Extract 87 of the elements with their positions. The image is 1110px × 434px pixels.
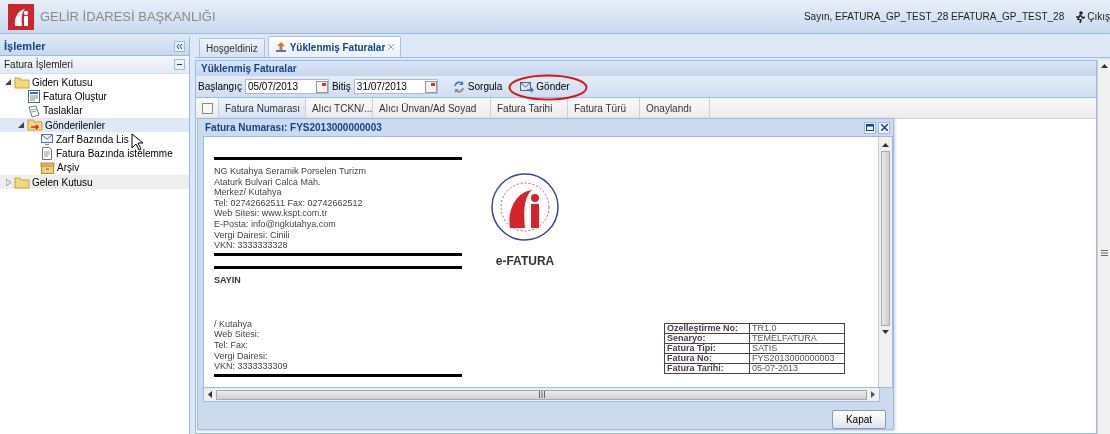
section-title: Fatura İşlemleri xyxy=(4,59,73,70)
down-arrow-icon xyxy=(882,330,889,334)
vertical-scrollbar[interactable] xyxy=(1097,60,1110,434)
right-arrow-icon xyxy=(871,391,875,398)
folder-arrow-icon xyxy=(27,118,43,133)
table-cell: 05-07-2013 xyxy=(749,363,845,374)
table-cell: Fatura Tarihi: xyxy=(664,363,750,374)
pages-icon xyxy=(27,103,41,118)
logo-icon xyxy=(8,3,34,30)
table-cell: SATIS xyxy=(749,343,845,354)
date-field[interactable]: 05/07/2013 xyxy=(244,79,329,94)
collapse-button[interactable] xyxy=(174,40,185,52)
tree-item[interactable]: Fatura Bazında istelemme xyxy=(0,146,189,161)
form-icon xyxy=(27,88,41,104)
recipient-info: VKN: 3333333309 xyxy=(214,361,289,372)
sender-info: Web Sitesi: www.kspt.com.tr xyxy=(214,208,329,219)
table-cell: FYS2013000000003 xyxy=(749,353,845,364)
seal-logo-icon xyxy=(490,172,560,242)
tab[interactable]: Hoşgeldiniz xyxy=(199,38,265,57)
sender-info: Merkez/ Kutahya xyxy=(214,187,283,198)
up-arrow-icon xyxy=(882,143,889,147)
table-cell: Fatura No: xyxy=(664,353,750,364)
collapsed-arrow-icon xyxy=(5,178,11,186)
table-cell: Senaryo: xyxy=(664,333,750,344)
sender-info: VKN: 3333333328 xyxy=(214,240,289,251)
table-cell: TEMELFATURA xyxy=(749,333,845,344)
document-icon xyxy=(40,146,54,162)
vertical-scrollbar[interactable] xyxy=(878,137,892,387)
table-cell: Özelleştirme No: xyxy=(664,323,750,334)
window-title: Fatura Numarası: FYS2013000000003 xyxy=(205,122,382,133)
tree-item[interactable]: Gelen Kutusu xyxy=(0,175,189,190)
tree-item[interactable]: Fatura Oluştur xyxy=(0,89,189,104)
up-arrow-icon xyxy=(1100,64,1108,68)
sender-info: Tel: 02742662511 Fax: 02742662512 xyxy=(214,197,364,209)
calendar-icon xyxy=(424,80,437,93)
upload-arrow-icon xyxy=(274,41,287,53)
tree-item[interactable]: Gönderilenler xyxy=(0,117,189,133)
sender-info: NG Kutahya Seramik Porselen Turizm xyxy=(214,166,368,177)
maximize-button[interactable] xyxy=(864,121,876,134)
panel-title: Yüklenmiş Faturalar xyxy=(201,63,297,74)
left-arrow-icon xyxy=(208,391,212,398)
tab[interactable]: Yüklenmiş Faturalar xyxy=(267,36,402,57)
table-cell: Fatura Tipi: xyxy=(664,343,750,354)
expanded-arrow-icon xyxy=(5,79,11,86)
refresh-icon xyxy=(451,79,466,94)
running-man-icon xyxy=(1074,10,1086,23)
collapse-button[interactable] xyxy=(174,59,185,70)
horizontal-scrollbar[interactable] xyxy=(203,388,880,402)
recipient-info: / Kutahya xyxy=(214,318,254,330)
grip-icon xyxy=(538,391,545,398)
recipient-info: Web Sitesi: xyxy=(214,329,261,340)
user-greeting: Sayın, EFATURA_GP_TEST_28 EFATURA_GP_TEST_28 xyxy=(803,11,1065,22)
field-label: Başlangıç xyxy=(198,81,242,92)
close-icon xyxy=(880,124,888,131)
double-chevron-icon xyxy=(176,42,183,50)
sender-info: Ataturk Bulvari Calca Mah. xyxy=(214,176,322,188)
sender-info: Vergi Dairesi: Cinili xyxy=(214,229,291,241)
panel-title: İşlemler xyxy=(4,40,46,52)
calendar-icon xyxy=(315,80,328,93)
tree-item[interactable]: Zarf Bazında Lis xyxy=(0,132,189,147)
close-button[interactable] xyxy=(878,121,890,134)
archive-icon xyxy=(40,160,55,175)
tree-item[interactable]: Giden Kutusu xyxy=(0,75,189,90)
e-fatura-caption: e-FATURA xyxy=(495,254,555,268)
maximize-icon xyxy=(866,124,874,131)
sender-info: E-Posta: info@ngkutahya.com xyxy=(214,218,337,230)
logout-link[interactable]: Çıkış xyxy=(1074,10,1110,23)
tree-item[interactable]: Arşiv xyxy=(0,160,189,176)
envelope-send-icon xyxy=(519,80,535,93)
sort-arrow-icon xyxy=(303,106,305,110)
folder-icon xyxy=(14,175,30,189)
recipient-info: Tel: Fax: xyxy=(214,339,249,351)
recipient-info: Vergi Dairesi: xyxy=(214,350,269,362)
checkbox[interactable] xyxy=(201,102,213,114)
tree-item[interactable]: Taslaklar xyxy=(0,103,189,118)
minus-icon xyxy=(177,64,182,65)
date-field[interactable]: 31/07/2013 xyxy=(353,79,438,94)
table-cell: TR1.0 xyxy=(749,323,845,334)
site-title: GELİR İDARESİ BAŞKANLIĞI xyxy=(40,9,216,24)
close-button[interactable]: Kapat xyxy=(832,410,886,429)
expanded-arrow-icon xyxy=(18,122,24,129)
toolbar-button[interactable]: Sorgula xyxy=(448,79,506,94)
field-label: Bitiş xyxy=(331,81,351,92)
close-icon[interactable] xyxy=(388,44,395,50)
column-header[interactable]: Fatura Numarası xyxy=(219,98,306,118)
grip-icon xyxy=(1100,250,1108,256)
recipient-heading: SAYIN xyxy=(214,274,242,285)
